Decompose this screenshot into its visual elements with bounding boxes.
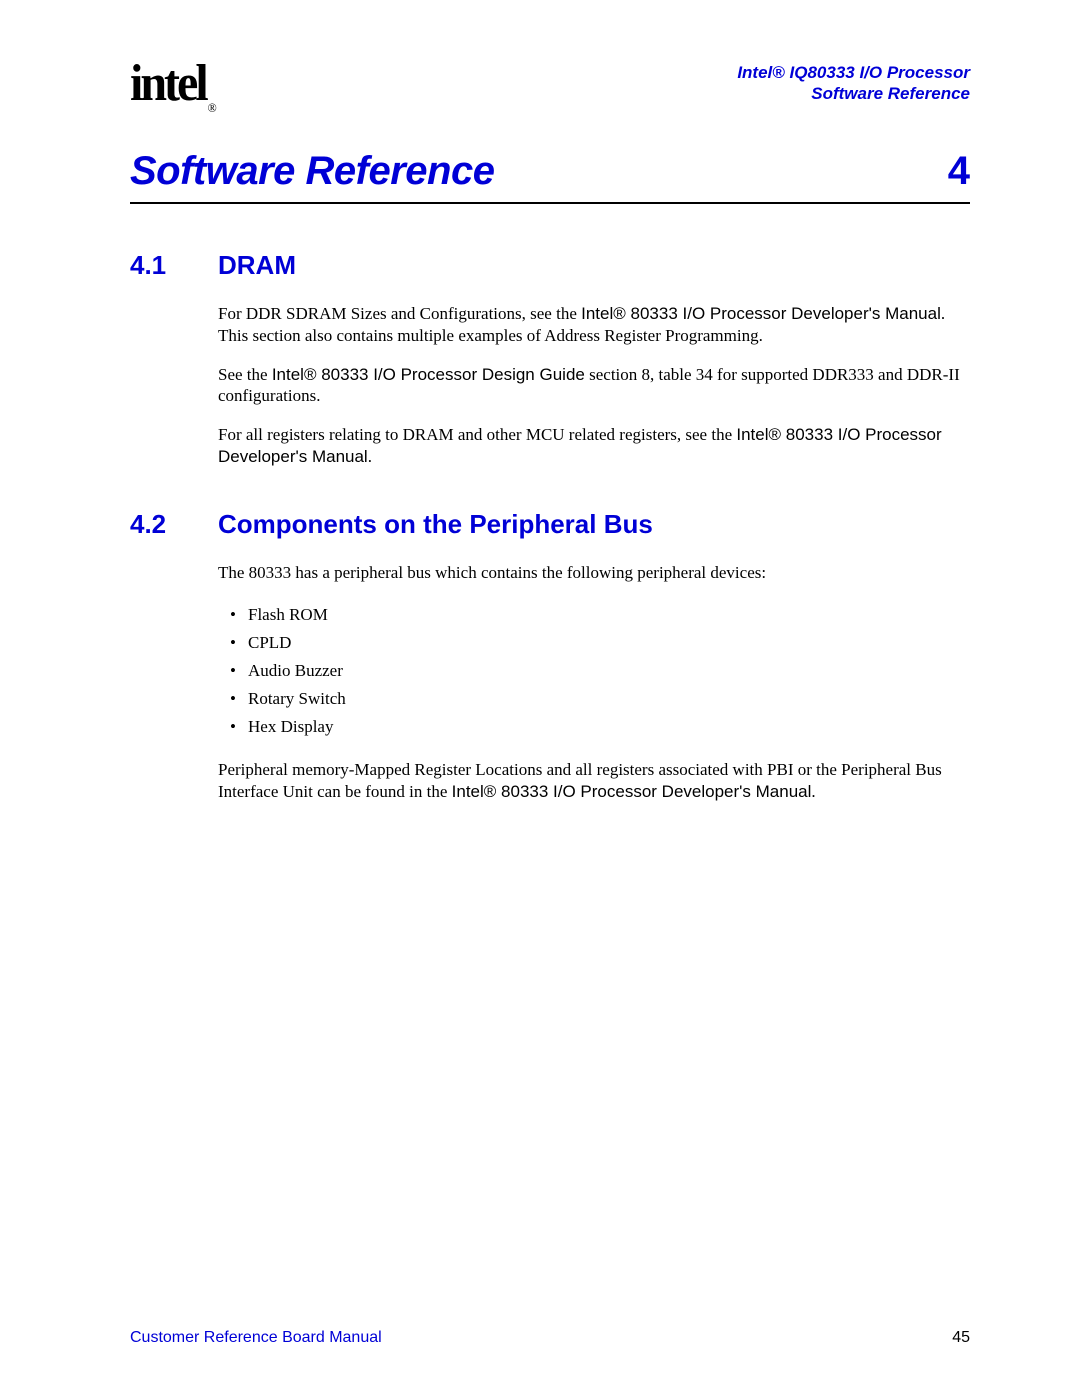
text-run: . [811, 782, 815, 801]
footer-page-number: 45 [952, 1329, 970, 1347]
page: intel® Intel® IQ80333 I/O Processor Soft… [0, 0, 1080, 1397]
guide-reference: Intel® 80333 I/O Processor Design Guide [272, 365, 585, 384]
paragraph: Peripheral memory-Mapped Register Locati… [218, 759, 970, 802]
section-body-4-2: The 80333 has a peripheral bus which con… [218, 562, 970, 802]
section-heading-4-1: 4.1 DRAM [130, 250, 970, 281]
section-heading-4-2: 4.2 Components on the Peripheral Bus [130, 509, 970, 540]
logo-text: intel [130, 55, 206, 112]
list-item: Hex Display [230, 713, 970, 741]
section-title: DRAM [218, 250, 296, 281]
paragraph: For DDR SDRAM Sizes and Configurations, … [218, 303, 970, 346]
list-item: Audio Buzzer [230, 657, 970, 685]
page-footer: Customer Reference Board Manual 45 [130, 1329, 970, 1347]
manual-reference: Intel® 80333 I/O Processor Developer's M… [452, 782, 812, 801]
list-item: Flash ROM [230, 601, 970, 629]
chapter-title: Software Reference [130, 149, 494, 194]
text-run: For all registers relating to DRAM and o… [218, 425, 736, 444]
page-header: intel® Intel® IQ80333 I/O Processor Soft… [130, 62, 970, 111]
header-product: Intel® IQ80333 I/O Processor [737, 62, 970, 83]
footer-manual-name: Customer Reference Board Manual [130, 1329, 382, 1347]
text-run: See the [218, 365, 272, 384]
text-run: For DDR SDRAM Sizes and Configurations, … [218, 304, 581, 323]
header-subtitle: Software Reference [737, 83, 970, 104]
manual-reference: Intel® 80333 I/O Processor Developer's M… [581, 304, 941, 323]
paragraph: For all registers relating to DRAM and o… [218, 424, 970, 467]
device-list: Flash ROM CPLD Audio Buzzer Rotary Switc… [230, 601, 970, 741]
list-item: Rotary Switch [230, 685, 970, 713]
text-run: . [368, 447, 372, 466]
section-body-4-1: For DDR SDRAM Sizes and Configurations, … [218, 303, 970, 467]
chapter-number: 4 [948, 149, 970, 194]
chapter-heading: Software Reference 4 [130, 149, 970, 204]
section-number: 4.2 [130, 509, 218, 540]
logo-registered: ® [208, 100, 217, 115]
paragraph: See the Intel® 80333 I/O Processor Desig… [218, 364, 970, 407]
list-item: CPLD [230, 629, 970, 657]
header-title-block: Intel® IQ80333 I/O Processor Software Re… [737, 62, 970, 105]
intel-logo: intel® [130, 60, 217, 113]
section-title: Components on the Peripheral Bus [218, 509, 653, 540]
section-number: 4.1 [130, 250, 218, 281]
paragraph: The 80333 has a peripheral bus which con… [218, 562, 970, 583]
